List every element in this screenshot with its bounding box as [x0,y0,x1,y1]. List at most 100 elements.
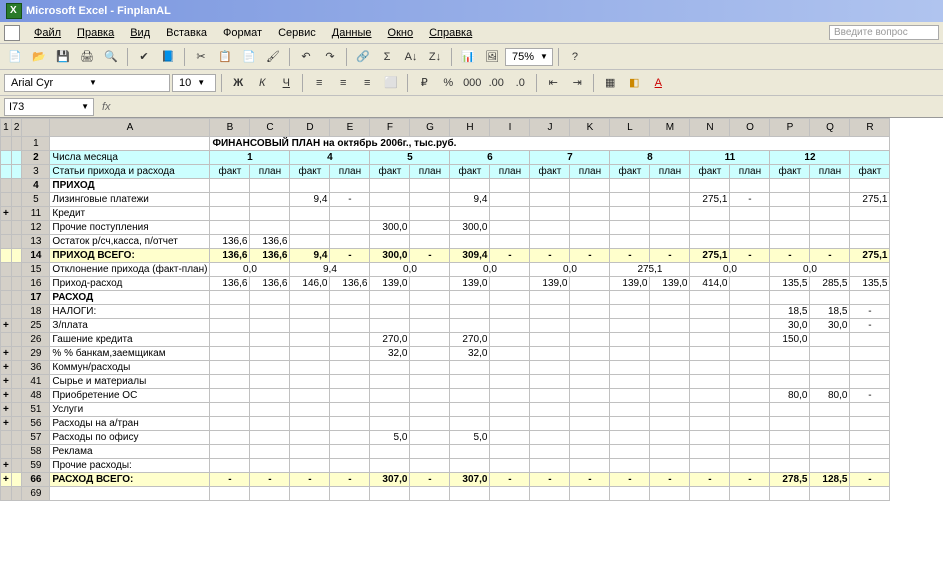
sub-header[interactable]: план [570,165,610,179]
cell[interactable]: 5,0 [450,431,490,445]
row-header[interactable]: 41 [22,375,50,389]
cell[interactable]: 136,6 [210,249,250,263]
row-label[interactable]: Коммун/расходы [50,361,210,375]
cell[interactable] [810,431,850,445]
sort-desc-button[interactable]: Z↓ [424,46,446,68]
cell[interactable]: 139,0 [610,277,650,291]
cell[interactable] [370,445,410,459]
cell[interactable] [250,361,290,375]
cell[interactable]: - [650,249,690,263]
cell[interactable] [250,207,290,221]
cell[interactable] [730,235,770,249]
cell[interactable] [810,179,850,193]
research-button[interactable]: 📘 [157,46,179,68]
table-row[interactable]: +36Коммун/расходы [1,361,890,375]
table-row[interactable]: +48Приобретение ОС80,080,0- [1,389,890,403]
cell[interactable] [210,431,250,445]
cell[interactable] [610,305,650,319]
sub-header[interactable]: план [730,165,770,179]
cell[interactable] [410,291,450,305]
cell[interactable] [250,193,290,207]
row-header[interactable]: 15 [22,263,50,277]
cell[interactable]: 9,4 [450,193,490,207]
cell[interactable]: Числа месяца [50,151,210,165]
outline-toggle[interactable]: + [1,375,12,389]
cell[interactable] [810,207,850,221]
cell[interactable] [370,319,410,333]
row-header[interactable]: 66 [22,473,50,487]
cell[interactable] [210,375,250,389]
cell[interactable] [330,403,370,417]
cell[interactable] [770,179,810,193]
cell[interactable] [570,179,610,193]
cell[interactable]: - [250,473,290,487]
menu-window[interactable]: Окно [388,27,414,39]
cell[interactable] [410,403,450,417]
outline-toggle[interactable] [1,221,12,235]
drawing-button[interactable]: 🖼 [481,46,503,68]
cell[interactable] [530,403,570,417]
cell[interactable] [570,417,610,431]
table-row[interactable]: 57Расходы по офису5,05,0 [1,431,890,445]
table-row[interactable]: 4ПРИХОД [1,179,890,193]
cell[interactable]: 275,1 [850,193,890,207]
col-header-R[interactable]: R [850,119,890,137]
cell[interactable] [690,487,730,501]
help-button[interactable]: ? [564,46,586,68]
cell[interactable] [290,445,330,459]
spellcheck-button[interactable]: ✔ [133,46,155,68]
outline-level-2[interactable]: 2 [11,119,22,137]
sheet-grid[interactable]: 1 2 A B C D E F G H I J K L M N [0,118,943,569]
cell[interactable] [530,487,570,501]
sub-header[interactable]: план [490,165,530,179]
cell[interactable]: 275,1 [690,249,730,263]
cell[interactable] [730,403,770,417]
col-header-G[interactable]: G [410,119,450,137]
cell[interactable] [290,459,330,473]
cell[interactable] [650,389,690,403]
table-row[interactable]: 2Числа месяца1456781112 [1,151,890,165]
cell[interactable] [770,221,810,235]
cell[interactable] [330,179,370,193]
cell[interactable]: 136,6 [250,277,290,291]
day-header[interactable]: 7 [530,151,610,165]
cell[interactable] [330,487,370,501]
cell[interactable]: 139,0 [370,277,410,291]
cell[interactable] [650,207,690,221]
chevron-down-icon[interactable]: ▼ [195,78,213,87]
cell[interactable] [250,459,290,473]
cell[interactable] [570,347,610,361]
cell[interactable] [290,375,330,389]
cell[interactable] [330,235,370,249]
table-row[interactable]: 14ПРИХОД ВСЕГО:136,6136,69,4-300,0-309,4… [1,249,890,263]
cell[interactable] [490,179,530,193]
cell[interactable]: 300,0 [370,221,410,235]
cell[interactable]: 30,0 [810,319,850,333]
cell[interactable] [250,305,290,319]
cell[interactable] [290,347,330,361]
row-label[interactable]: Остаток р/сч,касса, п/отчет [50,235,210,249]
cell[interactable] [410,347,450,361]
row-header[interactable]: 57 [22,431,50,445]
cell[interactable] [810,347,850,361]
cell[interactable] [250,221,290,235]
day-header[interactable]: 11 [690,151,770,165]
table-row[interactable]: 5Лизинговые платежи9,4-9,4275,1-275,1 [1,193,890,207]
row-header[interactable]: 17 [22,291,50,305]
cell[interactable] [690,403,730,417]
cell[interactable]: 285,5 [810,277,850,291]
row-label[interactable]: Сырье и материалы [50,375,210,389]
cell[interactable] [570,235,610,249]
cell[interactable]: - [490,473,530,487]
cell[interactable] [850,403,890,417]
cell[interactable] [370,403,410,417]
save-button[interactable]: 💾 [52,46,74,68]
cell[interactable] [770,431,810,445]
cell[interactable] [770,403,810,417]
workbook-icon[interactable] [4,25,20,41]
cell[interactable] [450,305,490,319]
hyperlink-button[interactable]: 🔗 [352,46,374,68]
cell[interactable] [610,347,650,361]
day-header[interactable]: 1 [210,151,290,165]
cell[interactable] [370,417,410,431]
